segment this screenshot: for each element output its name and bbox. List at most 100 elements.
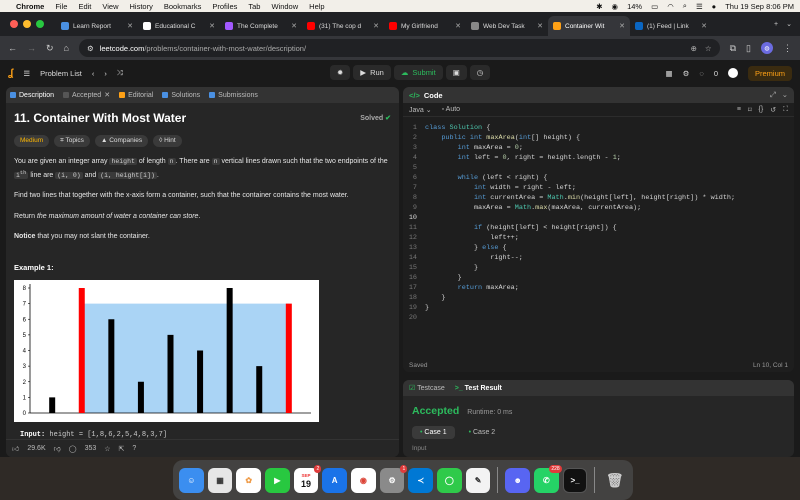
format-icon[interactable]: ≡ [737, 106, 741, 114]
messages-icon[interactable]: ◯ [437, 467, 462, 493]
problem-title[interactable]: 11. Container With Most Water [14, 111, 186, 125]
dislike-icon[interactable]: 👎︎ [54, 444, 61, 453]
browser-tab[interactable]: (31) The cop d ✕ [302, 16, 384, 36]
browser-tab[interactable]: The Complete ✕ [220, 16, 302, 36]
bookmark-icon[interactable]: ⌑ [748, 106, 752, 114]
like-icon[interactable]: 👍︎ [12, 444, 19, 453]
menu-tab[interactable]: Tab [248, 2, 260, 11]
favorite-icon[interactable]: ☆ [104, 445, 110, 453]
tab-test-result[interactable]: >_ Test Result [455, 385, 502, 392]
tab-description[interactable]: Description [10, 92, 54, 99]
comment-icon[interactable]: ◯ [69, 445, 77, 453]
code-line[interactable]: 6 while (left < right) { [403, 173, 794, 183]
code-line[interactable]: 16 } [403, 273, 794, 283]
clock[interactable]: Thu 19 Sep 8:06 PM [725, 2, 794, 11]
code-line[interactable]: 20 [403, 313, 794, 323]
topics-chip[interactable]: ⌗ Topics [54, 135, 90, 147]
forward-icon[interactable]: → [27, 43, 36, 53]
user-avatar[interactable] [727, 68, 738, 78]
problem-list-link[interactable]: Problem List [40, 69, 82, 78]
code-line[interactable]: 14 right--; [403, 253, 794, 263]
play-icon[interactable]: ◉ [612, 2, 619, 11]
code-line[interactable]: 4 int left = 0, right = height.length - … [403, 153, 794, 163]
chrome-menu-icon[interactable]: ⋮ [783, 43, 792, 54]
code-line[interactable]: 19} [403, 303, 794, 313]
code-line[interactable]: 11 if (height[left] < height[right]) { [403, 223, 794, 233]
language-select[interactable]: Java ⌄ [409, 106, 432, 114]
comment-count[interactable]: 353 [85, 445, 97, 452]
code-line[interactable]: 7 int width = right - left; [403, 183, 794, 193]
address-bar[interactable]: ⚙ leetcode.com/problems/container-with-m… [78, 39, 720, 57]
wifi-icon[interactable]: ◠ [667, 2, 674, 11]
search-icon[interactable]: ⌕ [683, 1, 687, 11]
tab-editorial[interactable]: Editorial [119, 92, 153, 99]
case-1-tab[interactable]: • Case 1 [412, 426, 455, 439]
menu-profiles[interactable]: Profiles [212, 2, 237, 11]
close-tab-icon[interactable]: ✕ [537, 22, 543, 30]
menu-window[interactable]: Window [271, 2, 298, 11]
close-tab-icon[interactable]: ✕ [701, 22, 707, 30]
minimize-window-button[interactable] [23, 20, 31, 28]
menu-app-name[interactable]: Chrome [16, 2, 44, 11]
maximize-icon[interactable]: ⤢ [770, 90, 776, 100]
new-tab-icon[interactable]: + [774, 21, 778, 28]
companies-chip[interactable]: ▲ Companies [94, 135, 149, 147]
browser-tab[interactable]: Educational C ✕ [138, 16, 220, 36]
browser-tab[interactable]: Learn Report ✕ [56, 16, 138, 36]
tab-submissions[interactable]: Submissions [209, 92, 258, 99]
close-tab-icon[interactable]: ✕ [127, 22, 133, 30]
back-icon[interactable]: ← [8, 43, 17, 53]
shuffle-icon[interactable]: ⤨ [117, 68, 123, 78]
next-problem-icon[interactable]: › [104, 69, 107, 78]
calendar-icon[interactable]: SEP 19 2 [293, 464, 322, 493]
code-line[interactable]: 10 [403, 213, 794, 223]
browser-tab[interactable]: Container Wit ✕ [548, 16, 630, 36]
menu-file[interactable]: File [55, 2, 67, 11]
like-count[interactable]: 29.6K [27, 445, 45, 452]
reset-icon[interactable]: ↺ [770, 106, 776, 114]
prev-problem-icon[interactable]: ‹ [92, 69, 95, 78]
notes-button[interactable]: ▣ [445, 65, 467, 80]
code-line[interactable]: 15 } [403, 263, 794, 273]
case-2-tab[interactable]: • Case 2 [461, 426, 504, 439]
braces-icon[interactable]: {} [759, 106, 764, 114]
close-tab-icon[interactable]: ✕ [455, 22, 461, 30]
browser-tab[interactable]: (1) Feed | Link ✕ [630, 16, 712, 36]
close-tab-icon[interactable]: ✕ [291, 22, 297, 30]
app-store-icon[interactable]: A [322, 467, 348, 493]
zoom-window-button[interactable] [36, 20, 44, 28]
reload-icon[interactable]: ↻ [46, 43, 54, 54]
zoom-icon[interactable]: ⊕ [691, 44, 697, 53]
premium-button[interactable]: Premium [747, 65, 792, 81]
tab-testcase[interactable]: ☑ Testcase [409, 384, 445, 392]
whatsapp-icon[interactable]: ✆ 228 [534, 464, 562, 493]
sidebar-icon[interactable]: ▯ [746, 43, 751, 54]
discord-icon[interactable]: ☻ [505, 467, 531, 493]
profile-avatar[interactable]: ◍ [761, 42, 773, 54]
notes-app-icon[interactable]: ✎ [465, 467, 491, 493]
close-tab-icon[interactable]: ✕ [619, 22, 625, 30]
tab-solutions[interactable]: Solutions [162, 92, 200, 99]
menu-help[interactable]: Help [309, 2, 324, 11]
siri-icon[interactable]: ● [712, 2, 717, 11]
close-tab-icon[interactable]: ✕ [373, 22, 379, 30]
system-settings-icon[interactable]: ⚙ 1 [379, 464, 408, 493]
control-center-icon[interactable]: ☰ [696, 2, 703, 11]
timer-button[interactable]: ◷ [469, 65, 491, 80]
code-line[interactable]: 9 maxArea = Math.max(maxArea, currentAre… [403, 203, 794, 213]
code-area[interactable]: 1 class Solution {2 public int maxArea(in… [403, 123, 794, 323]
problem-list-icon[interactable]: ☰ [23, 69, 30, 78]
close-tab-icon[interactable]: ✕ [104, 91, 110, 99]
site-info-icon[interactable]: ⚙ [87, 44, 94, 53]
auto-mode-toggle[interactable]: ▫ Auto [442, 106, 460, 113]
trash-icon[interactable]: 🗑︎ [602, 468, 627, 493]
browser-tab[interactable]: My Girlfriend ✕ [384, 16, 466, 36]
menu-history[interactable]: History [130, 2, 153, 11]
home-icon[interactable]: ⌂ [64, 43, 69, 53]
code-line[interactable]: 18 } [403, 293, 794, 303]
code-line[interactable]: 2 public int maxArea(int[] height) { [403, 133, 794, 143]
submit-button[interactable]: ☁ Submit [393, 65, 443, 80]
extensions-icon[interactable]: ⧉ [730, 43, 736, 54]
battery-percent[interactable]: 14% [627, 2, 642, 11]
facetime-icon[interactable]: ▶ [265, 467, 290, 493]
